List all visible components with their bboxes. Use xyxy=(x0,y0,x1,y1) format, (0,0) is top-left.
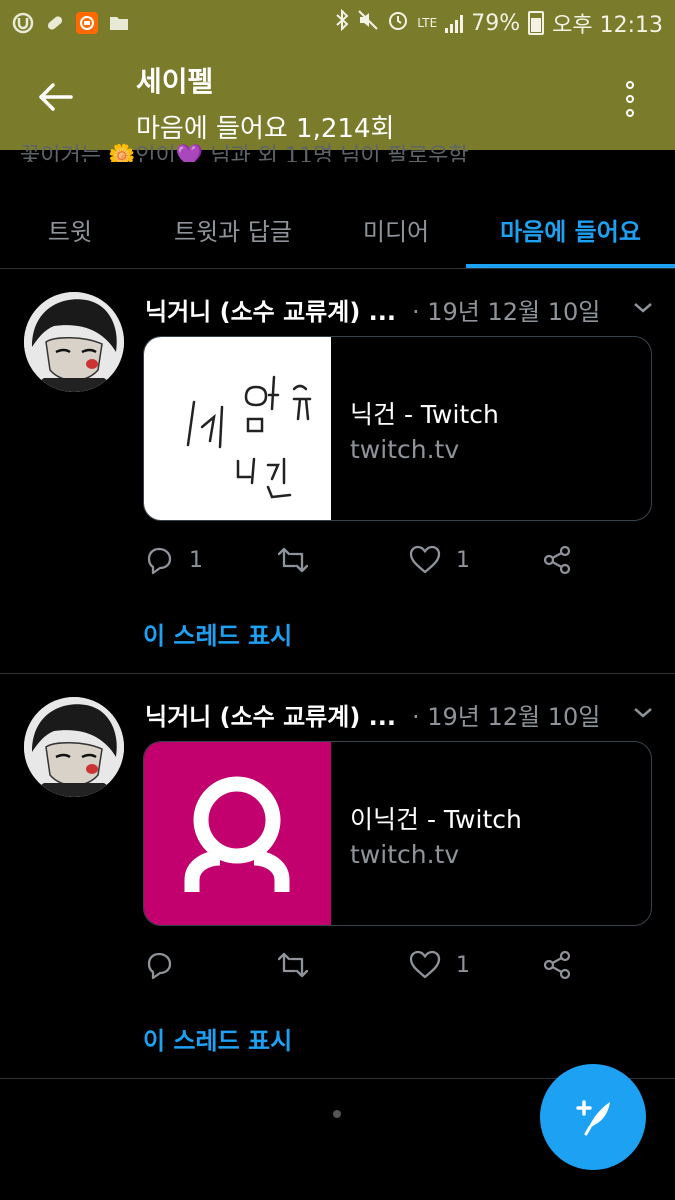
folder-icon xyxy=(108,12,130,34)
reply-button[interactable] xyxy=(143,945,189,985)
tab-media[interactable]: 미디어 xyxy=(326,190,466,268)
like-button[interactable]: 1 xyxy=(408,945,470,985)
followed-by-text: 꽃이거는 🌼인이💜 님과 외 11명 님이 팔로우함 xyxy=(20,144,469,162)
tweet-author[interactable]: 닉거니 (소수 교류계) ... xyxy=(145,292,396,327)
app-icon xyxy=(76,12,98,34)
pill-icon xyxy=(44,12,66,34)
battery-percent: 79% xyxy=(471,10,521,36)
reply-icon xyxy=(147,547,172,575)
card-domain: twitch.tv xyxy=(350,435,460,464)
alarm-icon xyxy=(387,9,409,37)
default-avatar-icon xyxy=(184,776,290,892)
status-bar: LTE 79% 오후 12:13 xyxy=(0,0,675,46)
loading-indicator xyxy=(333,1110,341,1118)
tab-tweets-replies[interactable]: 트윗과 답글 xyxy=(140,190,326,268)
tweet-author[interactable]: 닉거니 (소수 교류계) ... xyxy=(145,697,396,732)
show-thread-link[interactable]: 이 스레드 표시 xyxy=(143,616,292,651)
avatar[interactable] xyxy=(24,292,124,392)
tab-likes[interactable]: 마음에 들어요 xyxy=(466,190,675,268)
heart-icon xyxy=(409,545,441,574)
bluetooth-icon xyxy=(335,8,349,37)
like-button[interactable]: 1 xyxy=(408,540,470,580)
like-count: 1 xyxy=(456,547,470,573)
retweet-icon xyxy=(277,547,309,573)
reply-button[interactable]: 1 xyxy=(143,540,203,580)
share-button[interactable] xyxy=(541,540,573,580)
show-thread-link[interactable]: 이 스레드 표시 xyxy=(143,1021,292,1056)
card-thumbnail xyxy=(144,337,331,520)
divider xyxy=(0,673,675,674)
link-card[interactable]: 이닉건 - Twitch twitch.tv xyxy=(143,741,652,926)
network-label: LTE xyxy=(417,16,438,30)
more-options-button[interactable] xyxy=(615,74,645,124)
compose-tweet-button[interactable] xyxy=(540,1064,646,1170)
tweet-date: · 19년 12월 10일 xyxy=(412,298,601,326)
card-domain: twitch.tv xyxy=(350,840,460,869)
tab-tweets[interactable]: 트윗 xyxy=(0,190,140,268)
avatar[interactable] xyxy=(24,697,124,797)
tweet-actions: 1 1 xyxy=(143,540,643,580)
share-icon xyxy=(543,545,571,575)
retweet-button[interactable] xyxy=(275,945,325,985)
page-title: 세이펠 xyxy=(136,65,214,98)
card-thumbnail xyxy=(144,742,331,925)
clock: 오후 12:13 xyxy=(552,13,663,38)
profile-tabs: 트윗 트윗과 답글 미디어 마음에 들어요 xyxy=(0,190,675,268)
tweet-date: · 19년 12월 10일 xyxy=(412,703,601,731)
tweet-actions: 1 xyxy=(143,945,643,985)
link-card[interactable]: 닉건 - Twitch twitch.tv xyxy=(143,336,652,521)
divider xyxy=(0,268,675,269)
mute-icon xyxy=(357,9,379,37)
feather-plus-icon xyxy=(576,1100,610,1136)
heart-icon xyxy=(409,950,441,979)
back-button[interactable] xyxy=(30,72,80,122)
retweet-icon xyxy=(277,952,309,978)
arrow-left-icon xyxy=(39,83,73,111)
reply-count: 1 xyxy=(189,547,203,573)
chevron-down-icon[interactable] xyxy=(632,701,654,723)
signal-icon xyxy=(445,13,464,33)
card-title: 이닉건 - Twitch xyxy=(350,805,522,834)
chevron-down-icon[interactable] xyxy=(632,296,654,318)
card-title: 닉건 - Twitch xyxy=(350,400,499,429)
u-plus-icon xyxy=(12,12,34,34)
share-icon xyxy=(543,950,571,980)
battery-icon xyxy=(528,11,545,35)
reply-icon xyxy=(147,952,172,980)
retweet-button[interactable] xyxy=(275,540,325,580)
share-button[interactable] xyxy=(541,945,573,985)
app-bar: 세이펠 마음에 들어요 1,214회 xyxy=(0,46,675,150)
like-count: 1 xyxy=(456,952,470,978)
